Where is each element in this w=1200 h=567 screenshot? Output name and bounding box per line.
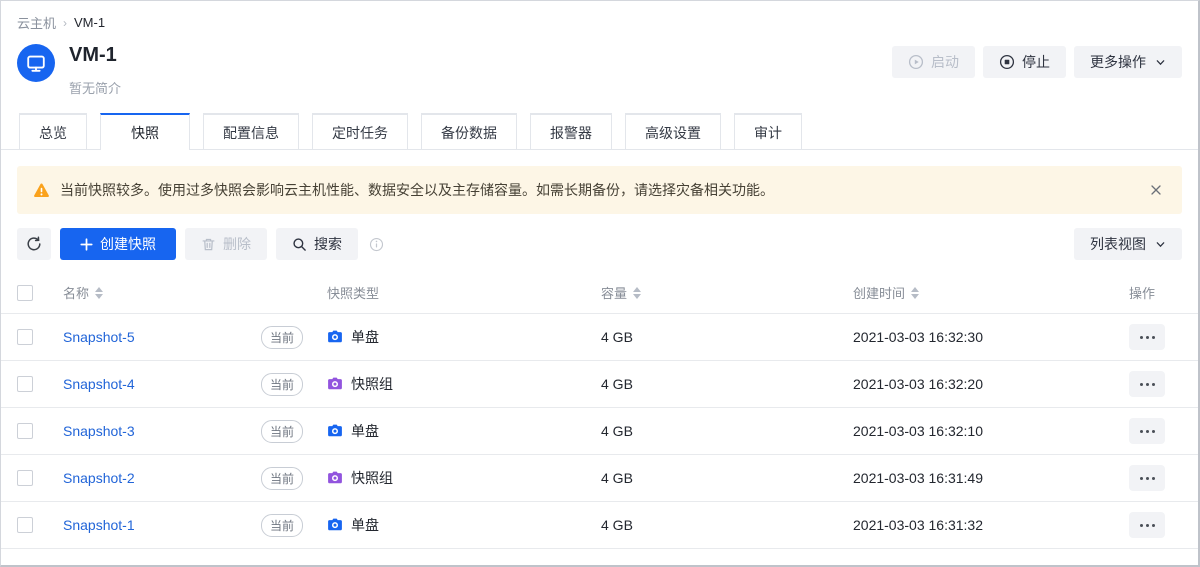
- snapshot-name-link[interactable]: Snapshot-3: [63, 423, 135, 439]
- row-checkbox[interactable]: [17, 329, 33, 345]
- breadcrumb-separator: ›: [63, 16, 67, 30]
- warning-icon: [33, 182, 50, 199]
- capacity-value: 4 GB: [577, 517, 817, 533]
- capacity-value: 4 GB: [577, 329, 817, 345]
- tab-7[interactable]: 审计: [734, 113, 802, 150]
- monitor-icon: [25, 52, 47, 74]
- row-actions-button[interactable]: [1129, 371, 1165, 397]
- tab-1[interactable]: 快照: [100, 113, 190, 150]
- snapshot-type-label: 快照组: [351, 468, 393, 488]
- table-row: Snapshot-1 当前 单盘 4 GB 2021-03-03 16:31:3…: [1, 502, 1198, 549]
- camera-icon: [327, 517, 343, 533]
- snapshot-name-link[interactable]: Snapshot-4: [63, 376, 135, 392]
- search-icon: [292, 237, 307, 252]
- current-badge: 当前: [261, 467, 303, 490]
- start-vm-button[interactable]: 启动: [892, 46, 975, 78]
- banner-close-icon[interactable]: [1146, 180, 1166, 200]
- snapshot-type-label: 单盘: [351, 515, 379, 535]
- trash-icon: [201, 237, 216, 252]
- capacity-value: 4 GB: [577, 376, 817, 392]
- created-time-value: 2021-03-03 16:31:49: [817, 470, 1099, 486]
- snapshot-type-label: 单盘: [351, 421, 379, 441]
- info-icon[interactable]: [369, 237, 384, 252]
- camera-icon: [327, 376, 343, 392]
- sort-icon[interactable]: [911, 287, 919, 299]
- chevron-down-icon: [1155, 57, 1166, 68]
- snapshot-table: 名称 快照类型 容量 创建时间 操作 Snapshot-5 当前: [1, 272, 1198, 549]
- created-time-value: 2021-03-03 16:32:10: [817, 423, 1099, 439]
- delete-snapshot-button[interactable]: 删除: [185, 228, 267, 260]
- created-time-value: 2021-03-03 16:32:20: [817, 376, 1099, 392]
- table-body: Snapshot-5 当前 单盘 4 GB 2021-03-03 16:32:3…: [1, 314, 1198, 549]
- page-header: VM-1 暂无简介 启动 停止 更多操作: [1, 32, 1198, 97]
- refresh-icon: [26, 236, 42, 252]
- tab-3[interactable]: 定时任务: [312, 113, 408, 150]
- snapshot-name-link[interactable]: Snapshot-1: [63, 517, 135, 533]
- row-actions-button[interactable]: [1129, 512, 1165, 538]
- tab-0[interactable]: 总览: [19, 113, 87, 150]
- table-header-row: 名称 快照类型 容量 创建时间 操作: [1, 272, 1198, 314]
- vm-avatar: [17, 44, 55, 82]
- row-actions-button[interactable]: [1129, 465, 1165, 491]
- stop-vm-button[interactable]: 停止: [983, 46, 1066, 78]
- breadcrumb-current: VM-1: [74, 15, 105, 30]
- tab-4[interactable]: 备份数据: [421, 113, 517, 150]
- stop-circle-icon: [999, 54, 1015, 70]
- snapshot-type-label: 快照组: [351, 374, 393, 394]
- current-badge: 当前: [261, 326, 303, 349]
- row-checkbox[interactable]: [17, 423, 33, 439]
- row-checkbox[interactable]: [17, 376, 33, 392]
- table-toolbar: 创建快照 删除 搜索 列表视图: [1, 214, 1198, 260]
- breadcrumb-vm-list-link[interactable]: 云主机: [17, 13, 56, 32]
- tab-6[interactable]: 高级设置: [625, 113, 721, 150]
- snapshot-name-link[interactable]: Snapshot-2: [63, 470, 135, 486]
- current-badge: 当前: [261, 514, 303, 537]
- row-actions-button[interactable]: [1129, 324, 1165, 350]
- created-time-value: 2021-03-03 16:32:30: [817, 329, 1099, 345]
- tab-5[interactable]: 报警器: [530, 113, 612, 150]
- search-button[interactable]: 搜索: [276, 228, 358, 260]
- col-header-created[interactable]: 创建时间: [853, 283, 905, 302]
- tab-bar: 总览快照配置信息定时任务备份数据报警器高级设置审计: [1, 113, 1198, 150]
- vm-detail-page: 云主机 › VM-1 VM-1 暂无简介 启动: [0, 0, 1200, 567]
- row-actions-button[interactable]: [1129, 418, 1165, 444]
- capacity-value: 4 GB: [577, 470, 817, 486]
- breadcrumb: 云主机 › VM-1: [1, 1, 1198, 32]
- current-badge: 当前: [261, 420, 303, 443]
- refresh-button[interactable]: [17, 228, 51, 260]
- col-header-name[interactable]: 名称: [63, 283, 89, 302]
- warning-text: 当前快照较多。使用过多快照会影响云主机性能、数据安全以及主存储容量。如需长期备份…: [60, 180, 774, 200]
- table-row: Snapshot-5 当前 单盘 4 GB 2021-03-03 16:32:3…: [1, 314, 1198, 361]
- plus-icon: [80, 238, 93, 251]
- select-all-checkbox[interactable]: [17, 285, 33, 301]
- sort-icon[interactable]: [633, 287, 641, 299]
- warning-banner: 当前快照较多。使用过多快照会影响云主机性能、数据安全以及主存储容量。如需长期备份…: [17, 166, 1182, 214]
- snapshot-name-link[interactable]: Snapshot-5: [63, 329, 135, 345]
- camera-icon: [327, 329, 343, 345]
- play-circle-icon: [908, 54, 924, 70]
- col-header-type: 快照类型: [327, 283, 379, 302]
- created-time-value: 2021-03-03 16:31:32: [817, 517, 1099, 533]
- page-subtitle: 暂无简介: [69, 78, 121, 97]
- chevron-down-icon: [1155, 239, 1166, 250]
- create-snapshot-button[interactable]: 创建快照: [60, 228, 176, 260]
- view-mode-select[interactable]: 列表视图: [1074, 228, 1182, 260]
- table-row: Snapshot-4 当前 快照组 4 GB 2021-03-03 16:32:…: [1, 361, 1198, 408]
- tab-2[interactable]: 配置信息: [203, 113, 299, 150]
- more-actions-button[interactable]: 更多操作: [1074, 46, 1182, 78]
- camera-icon: [327, 470, 343, 486]
- table-row: Snapshot-3 当前 单盘 4 GB 2021-03-03 16:32:1…: [1, 408, 1198, 455]
- table-row: Snapshot-2 当前 快照组 4 GB 2021-03-03 16:31:…: [1, 455, 1198, 502]
- col-header-actions: 操作: [1129, 283, 1155, 302]
- current-badge: 当前: [261, 373, 303, 396]
- row-checkbox[interactable]: [17, 470, 33, 486]
- snapshot-type-label: 单盘: [351, 327, 379, 347]
- page-title: VM-1: [69, 42, 121, 68]
- sort-icon[interactable]: [95, 287, 103, 299]
- capacity-value: 4 GB: [577, 423, 817, 439]
- col-header-capacity[interactable]: 容量: [601, 283, 627, 302]
- camera-icon: [327, 423, 343, 439]
- row-checkbox[interactable]: [17, 517, 33, 533]
